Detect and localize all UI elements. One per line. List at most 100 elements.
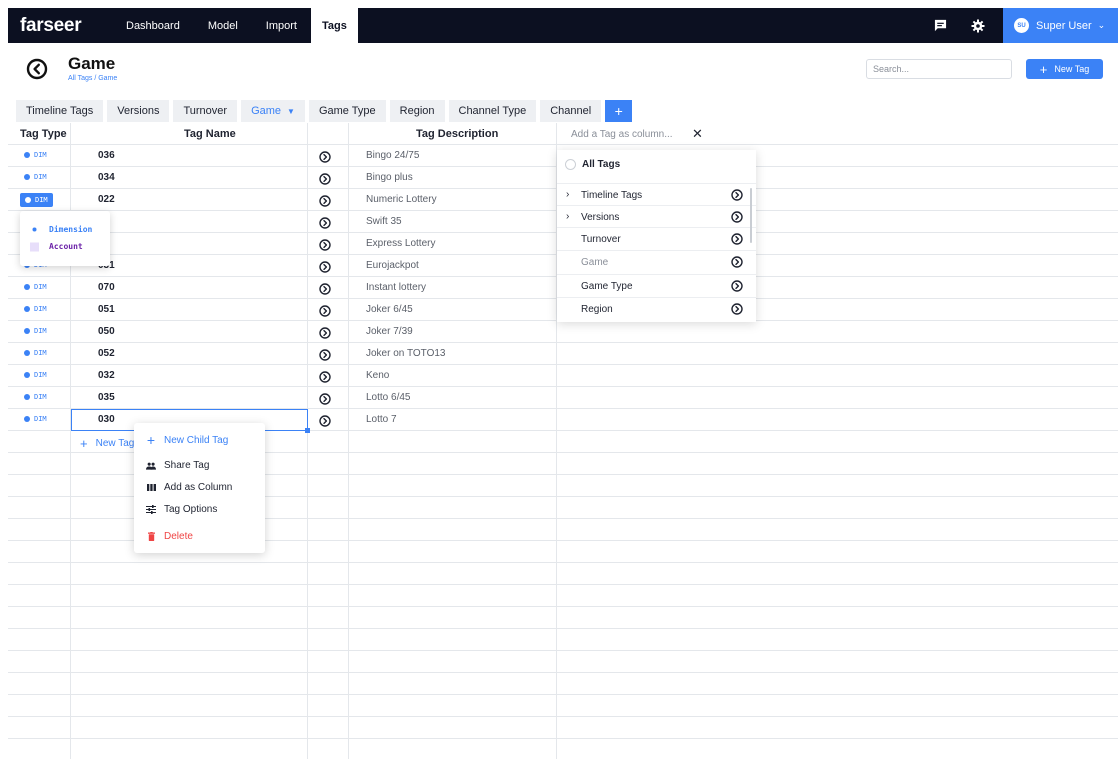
arrow-right-circle-icon[interactable]	[319, 194, 331, 207]
brand-logo[interactable]: farseer	[20, 15, 112, 37]
arrow-right-circle-icon[interactable]	[319, 414, 331, 427]
tag-tree-item[interactable]: Region	[557, 297, 756, 320]
scrollbar[interactable]	[750, 188, 752, 243]
menu-item-delete[interactable]: Delete	[146, 531, 193, 542]
table-row[interactable]: DIM 030 Lotto 7	[8, 409, 556, 433]
add-column-input[interactable]: Add a Tag as column...	[571, 129, 673, 140]
nav-link-tags[interactable]: Tags	[310, 8, 358, 43]
arrow-right-circle-icon[interactable]	[319, 260, 331, 273]
tag-type-badge[interactable]: DIM	[20, 193, 53, 207]
arrow-right-circle-icon[interactable]	[731, 256, 743, 268]
tag-name-cell[interactable]: 034	[98, 172, 115, 183]
menu-item-new-child-tag[interactable]: + New Child Tag	[146, 432, 228, 448]
tag-name-cell[interactable]: 022	[98, 194, 115, 205]
tag-description-cell[interactable]: Joker 7/39	[366, 326, 413, 337]
tag-type-badge[interactable]: DIM	[24, 305, 47, 313]
tag-type-badge[interactable]: DIM	[24, 173, 47, 181]
arrow-right-circle-icon[interactable]	[319, 370, 331, 383]
new-tag-row-button[interactable]: + New Tag	[80, 436, 134, 451]
arrow-right-circle-icon[interactable]	[319, 238, 331, 251]
arrow-right-circle-icon[interactable]	[319, 326, 331, 339]
gear-icon[interactable]	[959, 8, 997, 43]
new-tag-button[interactable]: + New Tag	[1026, 59, 1103, 79]
tag-name-cell[interactable]: 070	[98, 282, 115, 293]
tag-name-cell[interactable]: 030	[98, 414, 115, 425]
table-row[interactable]: DIM 022 Numeric Lottery	[8, 189, 556, 211]
tag-description-cell[interactable]: Express Lottery	[366, 238, 435, 249]
tag-name-cell[interactable]: 052	[98, 348, 115, 359]
tag-tree-title[interactable]: All Tags	[565, 159, 620, 170]
tag-description-cell[interactable]: Instant lottery	[366, 282, 426, 293]
arrow-right-circle-icon[interactable]	[319, 216, 331, 229]
tag-tree-item[interactable]: Turnover	[557, 227, 756, 250]
tag-name-cell[interactable]: 036	[98, 150, 115, 161]
tag-name-cell[interactable]: 032	[98, 370, 115, 381]
chevron-right-icon[interactable]: ›	[566, 189, 569, 200]
tag-tree-item[interactable]: › Versions	[557, 205, 756, 228]
tag-description-cell[interactable]: Lotto 7	[366, 414, 397, 425]
tag-description-cell[interactable]: Joker 6/45	[366, 304, 413, 315]
tag-description-cell[interactable]: Bingo plus	[366, 172, 413, 183]
menu-item-tag-options[interactable]: Tag Options	[146, 504, 217, 515]
type-option-account[interactable]: Account	[30, 242, 83, 251]
tag-tree-item[interactable]: Game	[557, 250, 756, 273]
arrow-right-circle-icon[interactable]	[731, 303, 743, 315]
tag-description-cell[interactable]: Joker on TOTO13	[366, 348, 446, 359]
header-tag-description[interactable]: Tag Description	[416, 123, 498, 145]
nav-link-dashboard[interactable]: Dashboard	[112, 8, 194, 43]
tab-channel-type[interactable]: Channel Type	[448, 100, 537, 122]
chevron-right-icon[interactable]: ›	[566, 211, 569, 222]
tag-description-cell[interactable]: Swift 35	[366, 216, 402, 227]
type-option-dimension[interactable]: Dimension	[30, 225, 92, 234]
tag-name-cell[interactable]: 035	[98, 392, 115, 403]
close-icon[interactable]: ✕	[692, 126, 703, 142]
menu-item-share-tag[interactable]: Share Tag	[146, 460, 209, 471]
arrow-right-circle-icon[interactable]	[731, 233, 743, 245]
nav-link-import[interactable]: Import	[252, 8, 311, 43]
arrow-right-circle-icon[interactable]	[731, 211, 743, 223]
table-row[interactable]: DIM 036 Bingo 24/75	[8, 145, 556, 167]
tab-channel[interactable]: Channel	[540, 100, 602, 122]
tag-type-badge[interactable]: DIM	[24, 349, 47, 357]
tab-versions[interactable]: Versions	[107, 100, 170, 122]
menu-item-add-as-column[interactable]: Add as Column	[146, 482, 232, 493]
table-row[interactable]: DIM 070 Instant lottery	[8, 277, 556, 299]
header-tag-type[interactable]: Tag Type	[20, 123, 67, 145]
tag-type-badge[interactable]: DIM	[24, 415, 47, 423]
arrow-right-circle-icon[interactable]	[319, 172, 331, 185]
tag-type-badge[interactable]: DIM	[24, 327, 47, 335]
arrow-right-circle-icon[interactable]	[319, 392, 331, 405]
tag-name-cell[interactable]: 051	[98, 304, 115, 315]
tag-description-cell[interactable]: Lotto 6/45	[366, 392, 410, 403]
tab-timeline-tags[interactable]: Timeline Tags	[16, 100, 104, 122]
tag-type-badge[interactable]: DIM	[24, 393, 47, 401]
nav-link-model[interactable]: Model	[194, 8, 252, 43]
fill-handle[interactable]	[305, 428, 310, 433]
tag-description-cell[interactable]: Keno	[366, 370, 389, 381]
table-row[interactable]: DIM 051 Joker 6/45	[8, 299, 556, 321]
tag-type-badge[interactable]: DIM	[24, 151, 47, 159]
tag-description-cell[interactable]: Numeric Lottery	[366, 194, 437, 205]
table-row[interactable]: DIM 034 Bingo plus	[8, 167, 556, 189]
tab-game-type[interactable]: Game Type	[308, 100, 386, 122]
tag-tree-item[interactable]: Game Type	[557, 274, 756, 297]
breadcrumb[interactable]: All Tags / Game	[68, 75, 117, 82]
tag-name-cell[interactable]: 050	[98, 326, 115, 337]
arrow-right-circle-icon[interactable]	[319, 282, 331, 295]
table-row[interactable]: DIM 032 Keno	[8, 365, 556, 387]
tab-turnover[interactable]: Turnover	[173, 100, 238, 122]
arrow-right-circle-icon[interactable]	[319, 304, 331, 317]
arrow-right-circle-icon[interactable]	[319, 348, 331, 361]
user-menu-button[interactable]: SU Super User ⌄	[1003, 8, 1118, 43]
back-button[interactable]	[26, 58, 48, 80]
add-tab-button[interactable]: +	[605, 100, 633, 122]
tag-description-cell[interactable]: Eurojackpot	[366, 260, 419, 271]
table-row[interactable]: DIM 052 Joker on TOTO13	[8, 343, 556, 365]
table-row[interactable]: DIM 050 Joker 7/39	[8, 321, 556, 343]
arrow-right-circle-icon[interactable]	[731, 280, 743, 292]
table-row[interactable]: DIM 035 Lotto 6/45	[8, 387, 556, 409]
tag-description-cell[interactable]: Bingo 24/75	[366, 150, 419, 161]
tab-region[interactable]: Region	[389, 100, 445, 122]
arrow-right-circle-icon[interactable]	[731, 189, 743, 201]
tag-type-badge[interactable]: DIM	[24, 283, 47, 291]
